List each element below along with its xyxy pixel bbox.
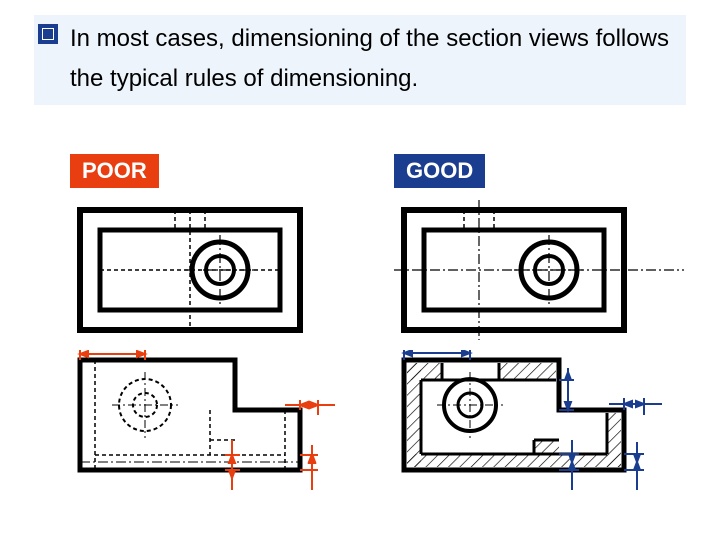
poor-front-view [60, 350, 340, 500]
poor-top-view [70, 200, 310, 340]
label-poor: POOR [70, 154, 159, 188]
label-good: GOOD [394, 154, 485, 188]
good-section-view [384, 350, 684, 500]
good-top-view [394, 200, 684, 340]
bullet-icon [38, 24, 58, 44]
lead-text: In most cases, dimensioning of the secti… [70, 19, 690, 99]
